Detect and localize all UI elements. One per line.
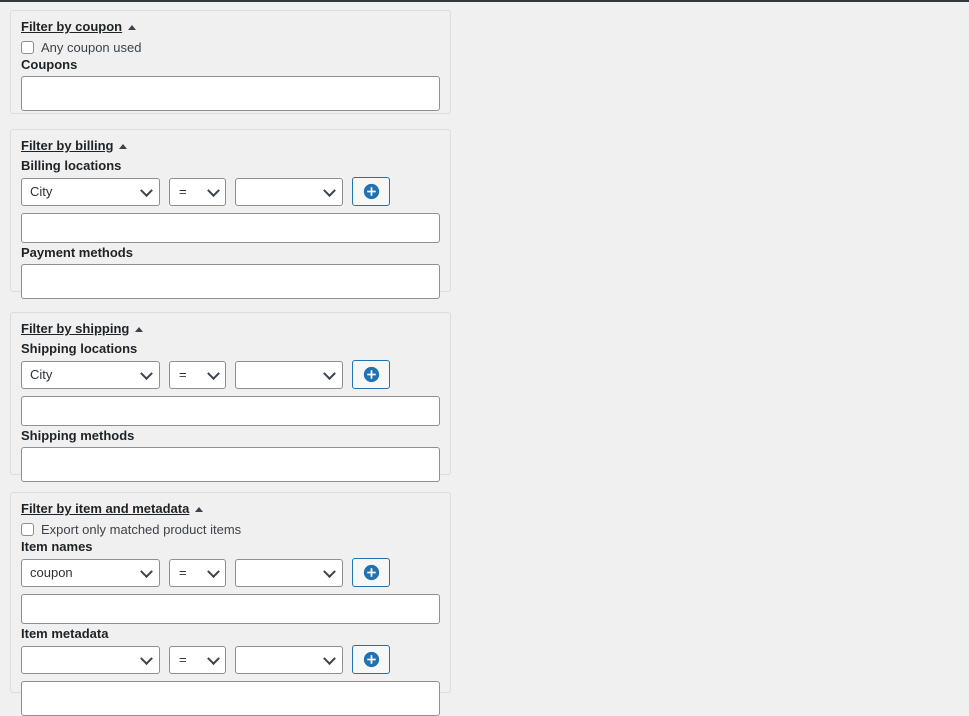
billing-locations-operator-select[interactable]: = bbox=[169, 177, 226, 206]
shipping-locations-value-select[interactable] bbox=[235, 360, 343, 389]
chevron-down-icon bbox=[207, 366, 220, 380]
item-metadata-add-button[interactable] bbox=[352, 645, 390, 674]
chevron-down-icon bbox=[140, 183, 153, 197]
item-names-operator-value: = bbox=[179, 565, 187, 580]
panel-filter-by-billing: Filter by billing Billing locations City… bbox=[10, 129, 451, 299]
chevron-down-icon bbox=[323, 564, 336, 578]
export-only-matched-row[interactable]: Export only matched product items bbox=[21, 522, 440, 537]
item-names-operator-select[interactable]: = bbox=[169, 558, 226, 587]
item-metadata-value-select[interactable] bbox=[235, 645, 343, 674]
billing-locations-key-value: City bbox=[30, 184, 53, 199]
item-names-value-select[interactable] bbox=[235, 558, 343, 587]
coupons-label: Coupons bbox=[21, 57, 78, 72]
chevron-down-icon bbox=[323, 366, 336, 380]
shipping-methods-label: Shipping methods bbox=[21, 428, 135, 443]
item-names-key-value: coupon bbox=[30, 565, 73, 580]
panel-filter-by-shipping: Filter by shipping Shipping locations Ci… bbox=[10, 312, 451, 482]
panel-header-billing[interactable]: Filter by billing bbox=[21, 138, 440, 156]
payment-methods-label: Payment methods bbox=[21, 245, 133, 260]
plus-circle-icon bbox=[363, 183, 380, 200]
any-coupon-used-checkbox[interactable] bbox=[21, 41, 34, 54]
billing-locations-operator-value: = bbox=[179, 184, 187, 199]
chevron-down-icon bbox=[323, 183, 336, 197]
billing-locations-key-select[interactable]: City bbox=[21, 177, 160, 206]
caret-up-icon[interactable] bbox=[119, 143, 128, 149]
any-coupon-used-label: Any coupon used bbox=[41, 40, 142, 55]
item-metadata-label: Item metadata bbox=[21, 626, 109, 641]
item-names-label: Item names bbox=[21, 539, 93, 554]
plus-circle-icon bbox=[363, 366, 380, 383]
panel-filter-by-coupon: Filter by coupon Any coupon used Coupons bbox=[10, 10, 451, 114]
billing-locations-value-select[interactable] bbox=[235, 177, 343, 206]
shipping-locations-text-input[interactable] bbox=[21, 396, 440, 426]
item-metadata-operator-select[interactable]: = bbox=[169, 645, 226, 674]
shipping-locations-operator-value: = bbox=[179, 367, 187, 382]
chevron-down-icon bbox=[207, 564, 220, 578]
item-metadata-key-select[interactable] bbox=[21, 645, 160, 674]
chevron-down-icon bbox=[323, 651, 336, 665]
any-coupon-used-row[interactable]: Any coupon used bbox=[21, 40, 440, 55]
panel-title-billing[interactable]: Filter by billing bbox=[21, 138, 113, 154]
item-metadata-text-input[interactable] bbox=[21, 681, 440, 716]
shipping-methods-input[interactable] bbox=[21, 447, 440, 482]
billing-locations-add-button[interactable] bbox=[352, 177, 390, 206]
caret-up-icon[interactable] bbox=[128, 24, 137, 30]
billing-locations-label: Billing locations bbox=[21, 158, 122, 173]
export-only-matched-label: Export only matched product items bbox=[41, 522, 242, 537]
export-only-matched-checkbox[interactable] bbox=[21, 523, 34, 536]
shipping-locations-label: Shipping locations bbox=[21, 341, 138, 356]
billing-locations-text-input[interactable] bbox=[21, 213, 440, 243]
panel-header-coupon[interactable]: Filter by coupon bbox=[21, 19, 440, 37]
shipping-locations-key-select[interactable]: City bbox=[21, 360, 160, 389]
shipping-locations-add-button[interactable] bbox=[352, 360, 390, 389]
item-metadata-operator-value: = bbox=[179, 652, 187, 667]
plus-circle-icon bbox=[363, 651, 380, 668]
chevron-down-icon bbox=[140, 564, 153, 578]
shipping-locations-filter-row: City = bbox=[21, 360, 440, 389]
admin-bar-edge bbox=[0, 0, 969, 2]
item-metadata-filter-row: = bbox=[21, 645, 440, 674]
coupons-input[interactable] bbox=[21, 76, 440, 111]
panel-title-item-and-metadata[interactable]: Filter by item and metadata bbox=[21, 501, 189, 517]
chevron-down-icon bbox=[140, 366, 153, 380]
item-names-filter-row: coupon = bbox=[21, 558, 440, 587]
payment-methods-input[interactable] bbox=[21, 264, 440, 299]
panel-title-shipping[interactable]: Filter by shipping bbox=[21, 321, 129, 337]
billing-locations-filter-row: City = bbox=[21, 177, 440, 206]
item-names-add-button[interactable] bbox=[352, 558, 390, 587]
panel-header-item-and-metadata[interactable]: Filter by item and metadata bbox=[21, 501, 440, 519]
chevron-down-icon bbox=[140, 651, 153, 665]
panel-title-coupon[interactable]: Filter by coupon bbox=[21, 19, 122, 35]
plus-circle-icon bbox=[363, 564, 380, 581]
shipping-locations-operator-select[interactable]: = bbox=[169, 360, 226, 389]
caret-up-icon[interactable] bbox=[195, 506, 204, 512]
panel-header-shipping[interactable]: Filter by shipping bbox=[21, 321, 440, 339]
caret-up-icon[interactable] bbox=[135, 326, 144, 332]
item-names-key-select[interactable]: coupon bbox=[21, 558, 160, 587]
shipping-locations-key-value: City bbox=[30, 367, 53, 382]
chevron-down-icon bbox=[207, 651, 220, 665]
panel-filter-by-item-and-metadata: Filter by item and metadata Export only … bbox=[10, 492, 451, 716]
chevron-down-icon bbox=[207, 183, 220, 197]
item-names-text-input[interactable] bbox=[21, 594, 440, 624]
